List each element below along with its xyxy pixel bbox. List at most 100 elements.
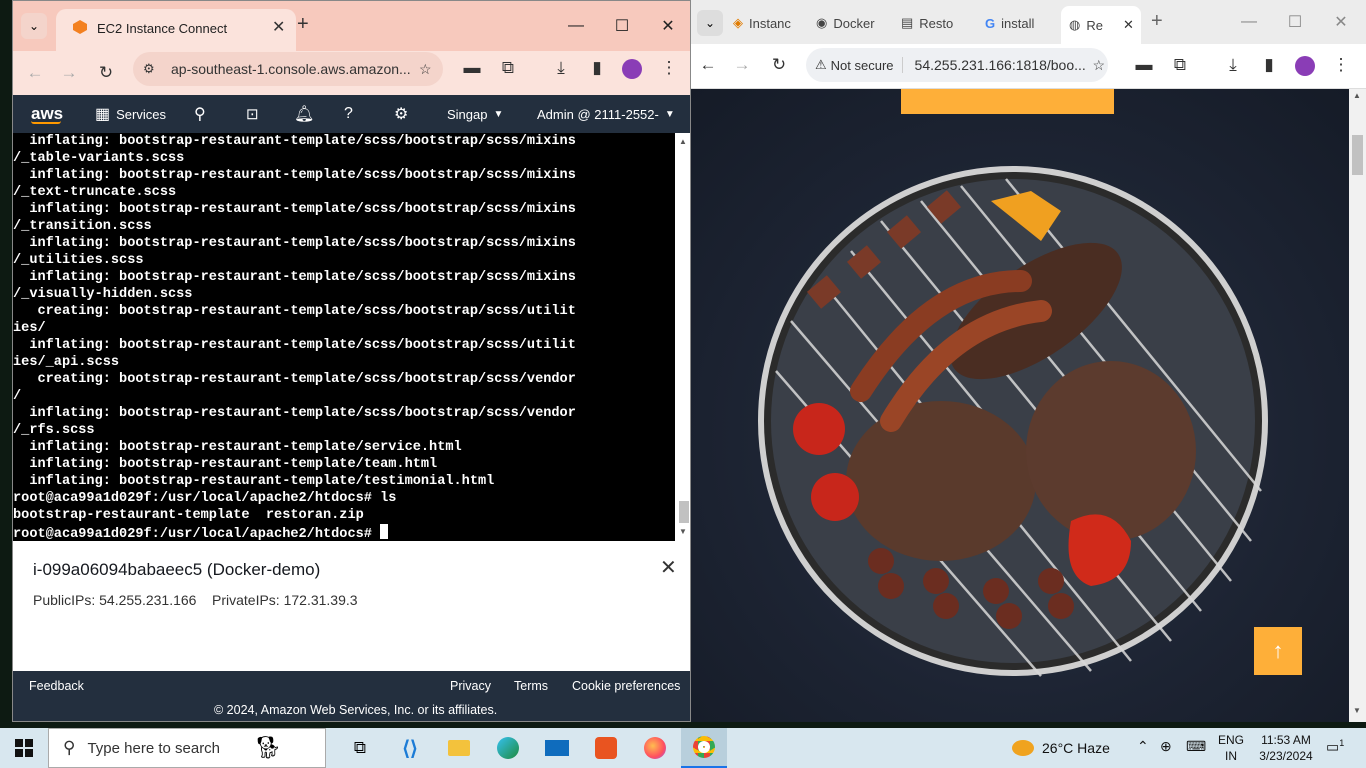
new-tab-button[interactable]: + (1151, 10, 1163, 33)
show-hidden-icons-chevron-icon[interactable]: ⌃ (1137, 738, 1149, 755)
reload-icon[interactable]: ↻ (766, 52, 792, 78)
aws-tab-icon (73, 20, 87, 34)
close-window-button[interactable]: ✕ (645, 1, 690, 51)
maximize-button[interactable]: ☐ (1272, 0, 1318, 44)
account-menu[interactable]: Admin @ 2111-2552- ▼ (537, 95, 675, 133)
file-explorer-icon[interactable] (436, 728, 482, 768)
tab-install[interactable]: Ginstall (977, 6, 1057, 40)
firefox-icon[interactable] (632, 728, 678, 768)
scroll-up-arrow[interactable]: ▲ (1353, 91, 1361, 100)
close-tab-icon[interactable]: ✕ (1123, 17, 1134, 33)
privacy-link[interactable]: Privacy (450, 679, 491, 693)
aws-logo[interactable]: aws (31, 95, 63, 133)
minimize-button[interactable]: — (1226, 0, 1272, 44)
tab-label: Re (1086, 17, 1103, 33)
site-info-icon[interactable]: ⚙ (143, 61, 165, 77)
tab-docker[interactable]: ◉ Docker (808, 6, 888, 40)
tab-label: Docker (833, 15, 875, 31)
scroll-up-arrow[interactable]: ▲ (679, 137, 687, 146)
grill-image (758, 166, 1268, 677)
terminal[interactable]: inflating: bootstrap-restaurant-template… (13, 133, 675, 541)
close-panel-icon[interactable]: ✕ (660, 555, 677, 580)
reload-icon[interactable]: ↻ (93, 60, 119, 86)
help-icon[interactable]: ? (344, 95, 353, 133)
terminal-line: inflating: bootstrap-restaurant-template… (13, 474, 495, 489)
restaurant-hero: ↑ (691, 89, 1349, 722)
tab-instances[interactable]: ◈ Instanc (725, 6, 805, 40)
forward-icon[interactable]: → (56, 60, 82, 86)
network-icon[interactable]: ⊕ (1160, 738, 1172, 755)
chrome-icon[interactable] (681, 728, 727, 768)
terminal-line: inflating: bootstrap-restaurant-template… (13, 202, 576, 217)
bookmark-star-icon[interactable]: ☆ (419, 61, 432, 78)
scroll-down-arrow[interactable]: ▼ (679, 527, 687, 536)
forward-icon[interactable]: → (729, 52, 755, 78)
cast-icon[interactable]: ▬ (459, 55, 485, 81)
right-toolbar: ← → ↻ ⚠ Not secure 54.255.231.166:1818/bo… (691, 44, 1366, 89)
extensions-icon[interactable]: ⧉ (1167, 52, 1193, 78)
weather-widget[interactable]: 26°C Haze (1012, 728, 1110, 768)
close-tab-icon[interactable]: ✕ (272, 17, 285, 37)
vscode-icon[interactable]: ⟨⟩ (387, 728, 433, 768)
tab-ec2-instance-connect[interactable]: EC2 Instance Connect ✕ (56, 9, 296, 51)
taskbar-search-box[interactable]: ⚲ Type here to search 🐕︎ (48, 728, 326, 768)
address-bar[interactable]: ⚠ Not secure 54.255.231.166:1818/boo... ☆ (806, 48, 1108, 82)
clock-date: 3/23/2024 (1259, 749, 1313, 763)
start-button[interactable] (0, 728, 48, 768)
side-panel-icon[interactable]: ▮ (584, 55, 610, 81)
back-icon[interactable]: ← (695, 52, 721, 78)
scroll-down-arrow[interactable]: ▼ (1353, 706, 1361, 715)
feedback-link[interactable]: Feedback (29, 679, 84, 693)
tab-restoran-active[interactable]: ◍ Re ✕ (1061, 6, 1141, 44)
profile-avatar[interactable] (1295, 56, 1315, 76)
extensions-icon[interactable]: ⧉ (495, 55, 521, 81)
search-placeholder: Type here to search (87, 739, 221, 757)
copyright-text: © 2024, Amazon Web Services, Inc. or its… (214, 703, 498, 717)
back-icon[interactable]: ← (22, 60, 48, 86)
not-secure-chip[interactable]: ⚠ Not secure (815, 57, 903, 73)
notifications-bell-icon[interactable]: 🔔︎ (294, 95, 314, 133)
notifications-icon[interactable]: ▭1 (1326, 738, 1344, 756)
book-a-table-button[interactable] (901, 89, 1114, 114)
terminal-line: bootstrap-restaurant-template restoran.z… (13, 508, 364, 523)
terminal-scrollbar[interactable]: ▲ ▼ (675, 133, 690, 541)
close-window-button[interactable]: ✕ (1318, 0, 1364, 44)
menu-icon[interactable]: ⋮ (656, 55, 682, 81)
bookmark-star-icon[interactable]: ☆ (1093, 57, 1106, 74)
side-panel-icon[interactable]: ▮ (1256, 52, 1282, 78)
docker-tab-icon: ◉ (816, 15, 828, 30)
task-view-icon[interactable]: ⧉ (337, 728, 383, 768)
language-indicator[interactable]: ENG IN (1218, 732, 1244, 764)
aws-tab-icon: ◈ (733, 15, 743, 30)
download-icon[interactable]: ⤓ (1220, 52, 1246, 78)
profile-avatar[interactable] (622, 59, 642, 79)
scroll-thumb[interactable] (679, 501, 689, 523)
scroll-thumb[interactable] (1352, 135, 1363, 175)
ubuntu-icon[interactable] (583, 728, 629, 768)
tab-search-button[interactable]: ⌄ (21, 13, 47, 39)
mail-icon[interactable] (534, 728, 580, 768)
tab-restoran[interactable]: ▤ Resto (893, 6, 973, 40)
settings-gear-icon[interactable]: ⚙ (394, 95, 408, 133)
new-tab-button[interactable]: + (297, 13, 309, 36)
keyboard-icon[interactable]: ⌨ (1186, 738, 1206, 755)
minimize-button[interactable]: — (553, 1, 599, 51)
maximize-button[interactable]: ☐ (599, 1, 645, 51)
cloudshell-icon[interactable]: ⊡ (246, 95, 259, 133)
cast-icon[interactable]: ▬ (1131, 52, 1157, 78)
region-selector[interactable]: Singap ▼ (447, 95, 503, 133)
terms-link[interactable]: Terms (514, 679, 548, 693)
services-menu[interactable]: ▦ Services (95, 95, 166, 133)
terminal-line: inflating: bootstrap-restaurant-template… (13, 440, 462, 455)
back-to-top-button[interactable]: ↑ (1254, 627, 1302, 675)
cookie-preferences-link[interactable]: Cookie preferences (572, 679, 680, 693)
download-icon[interactable]: ⤓ (548, 55, 574, 81)
tab-search-button[interactable]: ⌄ (697, 10, 723, 36)
search-icon[interactable]: ⚲ (194, 95, 206, 133)
menu-icon[interactable]: ⋮ (1328, 52, 1354, 78)
edge-icon[interactable] (485, 728, 531, 768)
address-bar[interactable]: ⚙ ap-southeast-1.console.aws.amazon.... … (133, 52, 443, 86)
clock[interactable]: 11:53 AM 3/23/2024 (1253, 732, 1319, 764)
page-scrollbar[interactable]: ▲ ▼ (1349, 89, 1366, 722)
right-browser-window: ⌄ ◈ Instanc ◉ Docker ▤ Resto Ginstall ◍ Re ✕ … (691, 0, 1366, 722)
